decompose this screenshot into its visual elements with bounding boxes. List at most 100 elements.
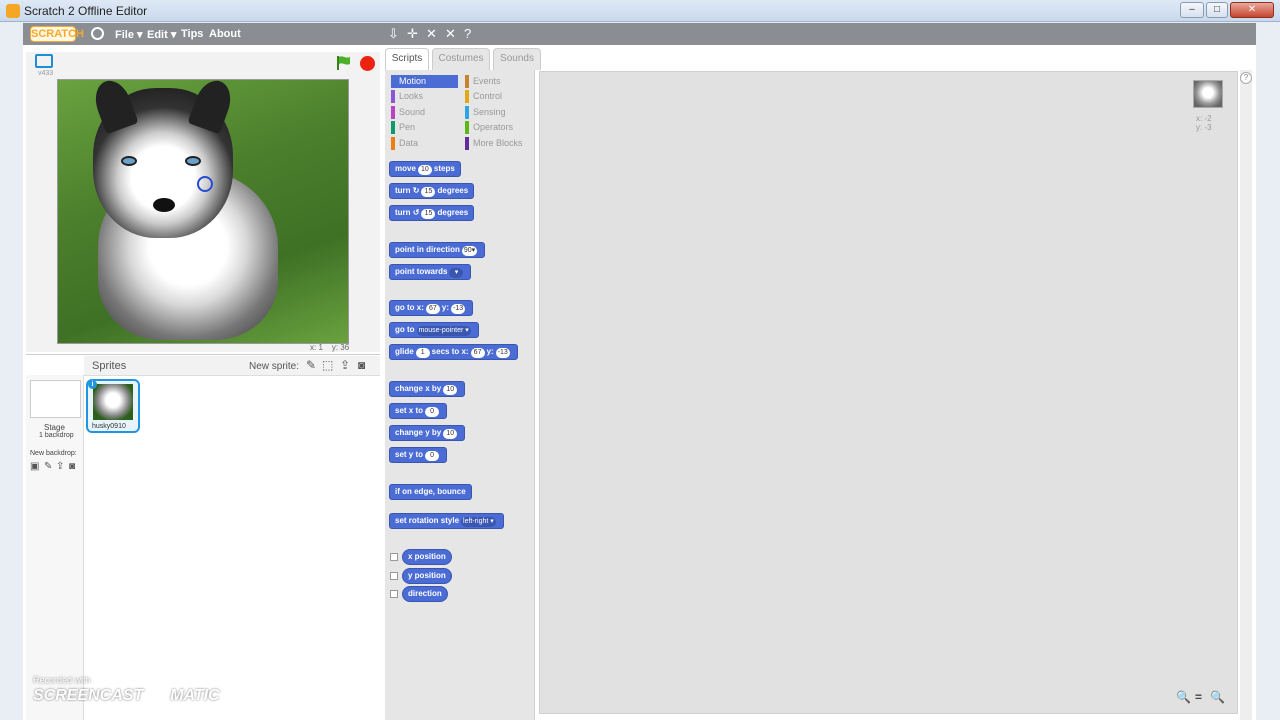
stage-canvas[interactable] (57, 79, 349, 344)
window-title: Scratch 2 Offline Editor (24, 4, 148, 18)
category-events[interactable]: Events (465, 75, 501, 88)
husky-eye-right (185, 156, 201, 166)
block-change-x[interactable]: change x by 10 (389, 381, 466, 397)
checkbox-x-position[interactable] (390, 553, 398, 561)
minimize-button[interactable]: – (1180, 2, 1204, 18)
new-backdrop-label: New backdrop: (30, 450, 77, 457)
sprite-x-readout: x: -2 (1196, 114, 1212, 123)
category-more-blocks[interactable]: More Blocks (465, 137, 523, 150)
block-turn-left[interactable]: turn ↺ 15 degrees (389, 205, 475, 221)
watermark-o-icon (147, 687, 166, 705)
mouse-coordinates: x: 1 y: 36 (310, 343, 349, 352)
delete-tool-icon[interactable]: ✛ (407, 27, 418, 40)
upload-backdrop-icon[interactable]: ⇪ (56, 461, 64, 472)
husky-nose (153, 198, 175, 212)
category-sensing[interactable]: Sensing (465, 106, 506, 119)
choose-sprite-icon[interactable]: ⬚ (322, 358, 333, 372)
tab-costumes[interactable]: Costumes (432, 48, 490, 70)
duplicate-tool-icon[interactable]: ⇩ (388, 27, 399, 40)
stage-label: Stage (44, 423, 65, 432)
watermark-line2: SCREENCAST (33, 687, 144, 705)
camera-backdrop-icon[interactable]: ◙ (69, 461, 75, 472)
category-looks[interactable]: Looks (391, 90, 423, 103)
scratch-logo[interactable]: SCRATCH (30, 26, 84, 42)
block-set-x[interactable]: set x to 0 (389, 403, 448, 419)
husky-thumbnail (93, 384, 133, 420)
new-sprite-label: New sprite: (249, 361, 300, 372)
category-control[interactable]: Control (465, 90, 502, 103)
husky-ear-left (89, 80, 139, 135)
backdrop-count: 1 backdrop (39, 432, 74, 439)
mouse-y-value: 36 (340, 343, 350, 352)
zoom-in-icon[interactable]: 🔍 (1210, 690, 1225, 704)
menu-file[interactable]: File ▾ (115, 28, 143, 41)
menu-about[interactable]: About (209, 28, 241, 40)
menu-edit[interactable]: Edit ▾ (147, 28, 176, 41)
stop-sign-icon[interactable] (360, 56, 375, 71)
help-icon[interactable]: ? (1240, 72, 1252, 84)
grow-tool-icon[interactable]: ✕ (426, 27, 437, 40)
draw-backdrop-icon[interactable]: ✎ (44, 461, 52, 472)
paint-backdrop-icon[interactable]: ▣ (30, 461, 39, 472)
script-area[interactable] (539, 71, 1238, 714)
mouse-x-label: x: (310, 343, 317, 352)
category-operators[interactable]: Operators (465, 121, 513, 134)
window-titlebar: Scratch 2 Offline Editor – □ ✕ (0, 0, 1280, 22)
upload-sprite-icon[interactable]: ⇪ (340, 358, 350, 372)
category-data[interactable]: Data (391, 137, 418, 150)
zoom-out-icon[interactable]: 🔍 (1176, 690, 1191, 704)
right-scrollbar[interactable] (1240, 70, 1252, 720)
maximize-button[interactable]: □ (1206, 2, 1228, 18)
block-move-steps[interactable]: move 10 steps (389, 161, 461, 177)
camera-sprite-icon[interactable]: ◙ (358, 358, 365, 372)
tab-scripts[interactable]: Scripts (385, 48, 429, 70)
presentation-mode-icon[interactable] (35, 54, 53, 68)
reporter-y-position[interactable]: y position (402, 568, 452, 584)
block-if-on-edge-bounce[interactable]: if on edge, bounce (389, 484, 472, 500)
category-motion[interactable]: Motion (391, 75, 458, 88)
mouse-x-value: 1 (318, 343, 323, 352)
mouse-y-label: y: (331, 343, 339, 352)
husky-ear-right (187, 80, 237, 135)
shrink-tool-icon[interactable]: ✕ (445, 27, 456, 40)
checkbox-y-position[interactable] (390, 572, 398, 580)
menu-tips[interactable]: Tips (181, 28, 203, 40)
reporter-direction[interactable]: direction (402, 586, 448, 602)
help-tool-icon[interactable]: ? (464, 27, 471, 40)
block-point-towards[interactable]: point towards ▾ (389, 264, 472, 280)
sprite-info-icon[interactable]: i (88, 380, 97, 389)
husky-eye-left (121, 156, 137, 166)
current-sprite-thumbnail (1193, 80, 1223, 108)
language-globe-icon[interactable] (91, 27, 104, 40)
checkbox-direction[interactable] (390, 590, 398, 598)
close-button[interactable]: ✕ (1230, 2, 1274, 18)
block-set-y[interactable]: set y to 0 (389, 447, 448, 463)
version-label: v433 (38, 70, 54, 77)
sprites-title: Sprites (92, 360, 127, 372)
mouse-cursor-icon (197, 176, 213, 192)
block-point-in-direction[interactable]: point in direction 90▾ (389, 242, 486, 258)
block-turn-right[interactable]: turn ↻ 15 degrees (389, 183, 475, 199)
block-glide[interactable]: glide 1 secs to x: 67 y: -13 (389, 344, 518, 360)
category-pen[interactable]: Pen (391, 121, 415, 134)
sprites-header (84, 356, 380, 376)
category-sound[interactable]: Sound (391, 106, 425, 119)
menubar: SCRATCH File ▾ Edit ▾ Tips About ⇩ ✛ ✕ ✕… (23, 23, 1256, 45)
tab-sounds[interactable]: Sounds (493, 48, 541, 70)
watermark-line3: MATIC (170, 687, 220, 705)
block-change-y[interactable]: change y by 10 (389, 425, 466, 441)
sprite-y-readout: y: -3 (1196, 123, 1212, 132)
block-go-to-xy[interactable]: go to x: 67 y: -13 (389, 300, 474, 316)
husky-sprite-head (89, 80, 237, 238)
stage-thumbnail[interactable] (30, 380, 81, 418)
app-icon (6, 4, 20, 18)
green-flag-icon[interactable] (336, 55, 352, 71)
zoom-reset-icon[interactable]: = (1195, 690, 1202, 704)
block-go-to[interactable]: go to mouse-pointer ▾ (389, 322, 479, 338)
sprite-name: husky0910 (92, 423, 126, 430)
reporter-x-position[interactable]: x position (402, 549, 452, 565)
paint-sprite-icon[interactable]: ✎ (306, 358, 316, 372)
screencast-watermark: Recorded with SCREENCAST MATIC (33, 675, 220, 705)
block-set-rotation-style[interactable]: set rotation style left-right ▾ (389, 513, 504, 529)
watermark-line1: Recorded with (33, 675, 91, 685)
